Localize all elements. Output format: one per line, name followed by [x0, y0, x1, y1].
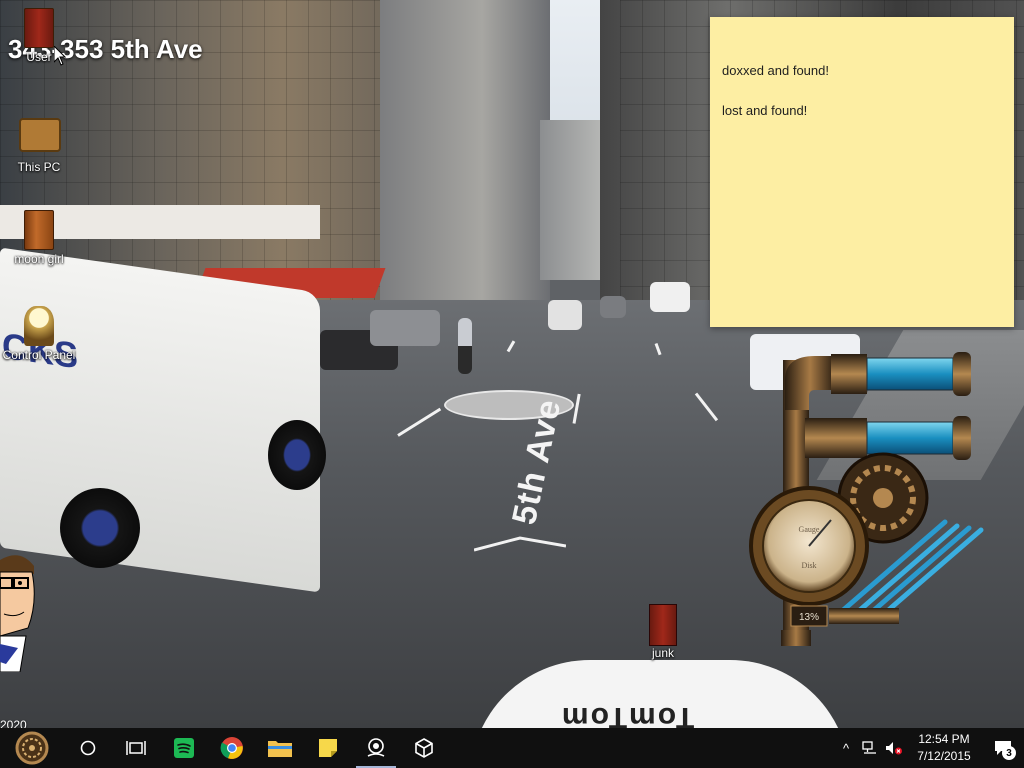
taskbar-sticky-notes[interactable]	[304, 728, 352, 768]
start-button[interactable]	[0, 728, 64, 768]
network-icon	[862, 741, 876, 754]
chevron-up-icon: ^	[842, 740, 850, 756]
steampunk-disk-gauge-widget[interactable]: Gauge Disk 13%	[745, 350, 1000, 650]
van	[650, 282, 690, 312]
user-folder-icon	[19, 8, 59, 48]
volume-button[interactable]	[882, 728, 906, 768]
sticky-note-line[interactable]: lost and found!	[722, 103, 807, 118]
desktop-icon-this-pc[interactable]: This PC	[0, 112, 78, 174]
taskbar-file-explorer[interactable]	[256, 728, 304, 768]
taskbar-chrome[interactable]	[208, 728, 256, 768]
dashcam-brand: TomTom	[560, 701, 695, 728]
map-pin-icon	[367, 738, 385, 757]
mouse-cursor-icon	[54, 46, 66, 66]
lamp-icon	[19, 306, 59, 346]
chrome-icon	[220, 737, 243, 759]
network-button[interactable]	[858, 728, 882, 768]
car	[370, 310, 440, 346]
desktop-icon-junk[interactable]: junk	[624, 604, 702, 660]
taskbar-spotify[interactable]	[160, 728, 208, 768]
sticky-notes-icon	[319, 739, 337, 757]
sticky-note[interactable]: doxxed and found! lost and found!	[710, 17, 1014, 327]
desktop-icon-control-panel[interactable]: Control Panel	[0, 306, 78, 362]
desktop-icon-label: Control Panel	[2, 348, 76, 362]
folder-icon	[268, 741, 292, 757]
clock-date: 7/12/2015	[917, 749, 971, 763]
truck-wheel	[60, 488, 140, 568]
red-book-icon	[643, 604, 683, 646]
pedestrian	[458, 318, 472, 374]
steampunk-orb-icon	[15, 731, 49, 765]
task-view-button[interactable]	[112, 728, 160, 768]
gauge-label-top: Gauge	[799, 525, 820, 534]
sticky-note-line[interactable]: doxxed and found!	[722, 63, 829, 78]
desktop-icon-label: junk	[651, 646, 674, 660]
desktop-icon-user[interactable]: User	[0, 8, 78, 64]
spotify-icon	[174, 738, 194, 758]
car	[600, 296, 626, 318]
taskbar-unity[interactable]	[400, 728, 448, 768]
taskbar: ^ 12:54 PM 7/12/2015 3	[0, 728, 1024, 768]
clock[interactable]: 12:54 PM 7/12/2015	[906, 731, 982, 765]
building-left-tall	[380, 0, 550, 300]
road-chevron	[474, 536, 566, 552]
armored-truck	[0, 247, 320, 593]
cortana-circle-icon	[80, 740, 96, 756]
notification-count-badge: 3	[1002, 746, 1016, 760]
show-hidden-icons-button[interactable]: ^	[834, 728, 858, 768]
system-tray: ^ 12:54 PM 7/12/2015 3	[834, 728, 1024, 768]
clock-time: 12:54 PM	[918, 732, 970, 746]
computer-chest-icon	[19, 118, 61, 158]
desktop-icon-moon-girl[interactable]: moon girl	[0, 210, 78, 266]
building-distant	[540, 120, 600, 280]
desktop-icon-label: moon girl	[14, 252, 64, 266]
book-icon	[19, 210, 59, 250]
unity-icon	[415, 738, 433, 758]
gauge-label-bottom: Disk	[801, 561, 816, 570]
cartoon-character	[0, 555, 35, 672]
action-center-button[interactable]: 3	[982, 728, 1024, 768]
desktop-icon-label: User	[26, 50, 52, 64]
task-view-icon	[126, 741, 146, 755]
truck-wheel	[268, 420, 326, 490]
car	[548, 300, 582, 330]
volume-muted-icon	[886, 742, 902, 755]
taskbar-maps[interactable]	[352, 728, 400, 768]
desktop-icon-label: This PC	[17, 160, 61, 174]
search-button[interactable]	[64, 728, 112, 768]
disk-usage-readout: 13%	[799, 612, 819, 623]
